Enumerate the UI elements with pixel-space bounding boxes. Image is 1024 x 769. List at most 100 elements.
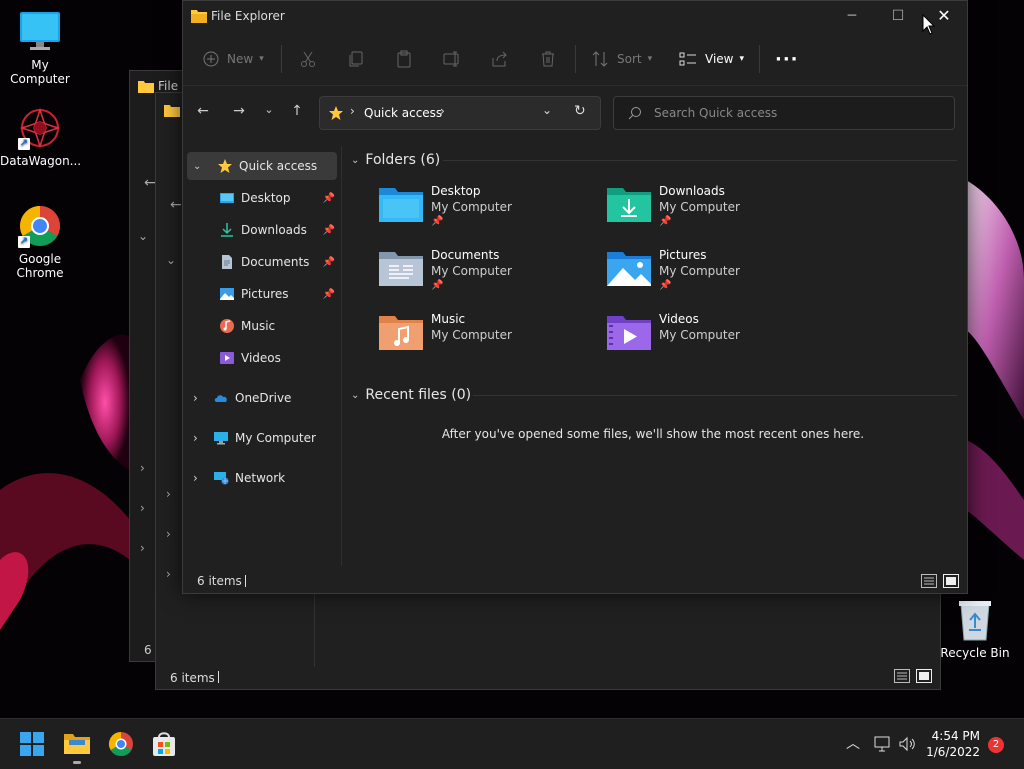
pane-divider	[314, 593, 315, 667]
show-hidden-icons-button[interactable]: ︿	[846, 733, 860, 753]
star-icon	[329, 106, 343, 120]
maximize-button[interactable]: ☐	[875, 1, 921, 31]
folder-tile-music[interactable]: Music My Computer	[379, 312, 589, 368]
back-button[interactable]: ←	[193, 103, 213, 121]
view-button[interactable]: View ▾	[679, 43, 744, 75]
minimize-button[interactable]: ─	[829, 1, 875, 31]
chevron-right-icon[interactable]: ›	[140, 501, 145, 515]
delete-button[interactable]	[539, 43, 557, 75]
chevron-right-icon[interactable]: ›	[166, 527, 171, 541]
new-button[interactable]: New ▾	[203, 43, 264, 75]
details-view-icon[interactable]	[921, 574, 937, 588]
chevron-down-icon[interactable]: ⌄	[138, 229, 148, 243]
refresh-icon[interactable]: ↻	[574, 103, 586, 119]
documents-folder-icon	[379, 252, 423, 286]
chevron-right-icon[interactable]: ›	[193, 391, 213, 405]
desktop-icon-google-chrome[interactable]: ↗ Google Chrome	[0, 204, 80, 280]
downloads-folder-icon	[607, 188, 651, 222]
sidebar-item-network[interactable]: › Network	[193, 464, 339, 492]
network-status-icon[interactable]	[874, 736, 892, 752]
network-icon	[214, 472, 229, 485]
chevron-right-icon[interactable]: ›	[166, 567, 171, 581]
chevron-right-icon[interactable]: ›	[193, 431, 213, 445]
sidebar-item-music[interactable]: Music	[219, 312, 339, 340]
chevron-right-icon[interactable]: ›	[166, 487, 171, 501]
pin-icon: 📌	[431, 216, 444, 227]
cloud-icon	[214, 395, 227, 402]
pin-icon[interactable]: 📌	[323, 257, 335, 268]
folder-tile-videos[interactable]: Videos My Computer	[607, 312, 817, 368]
chevron-down-icon[interactable]: ⌄	[193, 161, 207, 172]
pin-icon: 📌	[431, 280, 444, 291]
volume-icon[interactable]	[898, 736, 916, 752]
pin-icon[interactable]: 📌	[323, 193, 335, 204]
folder-tile-downloads[interactable]: Downloads My Computer 📌	[607, 184, 817, 240]
folder-tile-documents[interactable]: Documents My Computer 📌	[379, 248, 589, 304]
desktop-folder-icon	[220, 193, 234, 203]
large-icons-view-icon[interactable]	[916, 669, 932, 683]
up-button[interactable]: ↑	[287, 103, 307, 121]
forward-button[interactable]: →	[229, 103, 249, 121]
large-icons-view-icon[interactable]	[943, 574, 959, 588]
sidebar-item-videos[interactable]: Videos	[219, 344, 339, 372]
sidebar-item-quick-access[interactable]: ⌄ Quick access	[187, 152, 337, 180]
plus-circle-icon	[203, 51, 219, 67]
paste-button[interactable]	[395, 43, 413, 75]
breadcrumb-separator-icon[interactable]: ›	[440, 104, 445, 118]
details-view-icon[interactable]	[894, 669, 910, 683]
desktop-icon-recycle-bin[interactable]: Recycle Bin	[935, 598, 1015, 660]
pin-icon[interactable]: 📌	[323, 225, 335, 236]
chevron-right-icon[interactable]: ›	[140, 541, 145, 555]
address-bar[interactable]: › Quick access › ⌄ ↻	[319, 96, 601, 130]
chrome-taskbar-button[interactable]	[107, 730, 135, 758]
star-icon	[218, 159, 232, 173]
folder-tile-pictures[interactable]: Pictures My Computer 📌	[607, 248, 817, 304]
file-explorer-taskbar-button[interactable]	[63, 730, 91, 758]
sidebar-item-downloads[interactable]: Downloads 📌	[219, 216, 339, 244]
clipboard-icon	[397, 50, 411, 68]
cut-button[interactable]	[299, 43, 317, 75]
folder-name: Documents	[431, 248, 500, 262]
start-button[interactable]	[18, 730, 46, 758]
search-box[interactable]: Search Quick access	[613, 96, 955, 130]
desktop-icon-my-computer[interactable]: My Computer	[0, 10, 80, 86]
sidebar-item-my-computer[interactable]: › My Computer	[193, 424, 339, 452]
mouse-cursor-icon	[922, 14, 936, 35]
new-label: New	[227, 52, 254, 66]
sidebar-item-documents[interactable]: Documents 📌	[219, 248, 339, 276]
system-clock[interactable]: 4:54 PM 1/6/2022	[926, 728, 980, 760]
recent-files-section-header[interactable]: ⌄ Recent files (0)	[351, 387, 471, 403]
folder-tile-desktop[interactable]: Desktop My Computer 📌	[379, 184, 589, 240]
address-history-dropdown-icon[interactable]: ⌄	[542, 103, 552, 117]
back-arrow-icon[interactable]: ←	[170, 197, 182, 213]
chevron-right-icon[interactable]: ›	[193, 471, 213, 485]
sort-label: Sort	[617, 52, 642, 66]
sidebar-item-onedrive[interactable]: › OneDrive	[193, 384, 339, 412]
title-bar[interactable]: File Explorer ─ ☐ ✕	[183, 1, 967, 33]
desktop-icon-label: Google Chrome	[16, 252, 64, 280]
recent-locations-button[interactable]: ⌄	[259, 103, 279, 121]
back-arrow-icon[interactable]: ←	[144, 175, 156, 191]
copy-button[interactable]	[347, 43, 365, 75]
folder-location: My Computer	[659, 328, 740, 342]
see-more-button[interactable]: ···	[775, 43, 799, 75]
microsoft-store-taskbar-button[interactable]	[150, 730, 178, 758]
desktop-icon-datawagon[interactable]: ↗ DataWagon...	[0, 106, 81, 168]
folders-section-header[interactable]: ⌄ Folders (6)	[351, 152, 440, 168]
pin-icon[interactable]: 📌	[323, 289, 335, 300]
sort-button[interactable]: Sort ▾	[591, 43, 652, 75]
address-location[interactable]: Quick access	[364, 106, 442, 120]
notification-badge[interactable]: 2	[988, 737, 1004, 753]
rename-button[interactable]	[443, 43, 461, 75]
sidebar-item-label: Music	[241, 319, 276, 333]
folder-location: My Computer	[659, 200, 740, 214]
folder-icon	[164, 105, 180, 117]
file-explorer-window[interactable]: File Explorer ─ ☐ ✕ New ▾ Sort ▾ View ▾ …	[182, 0, 968, 594]
shortcut-arrow-icon: ↗	[18, 236, 30, 248]
toolbar-separator	[759, 45, 760, 73]
sidebar-item-pictures[interactable]: Pictures 📌	[219, 280, 339, 308]
sidebar-item-desktop[interactable]: Desktop 📌	[219, 184, 339, 212]
share-button[interactable]	[491, 43, 509, 75]
chevron-right-icon[interactable]: ›	[140, 461, 145, 475]
chevron-down-icon[interactable]: ⌄	[166, 253, 176, 267]
